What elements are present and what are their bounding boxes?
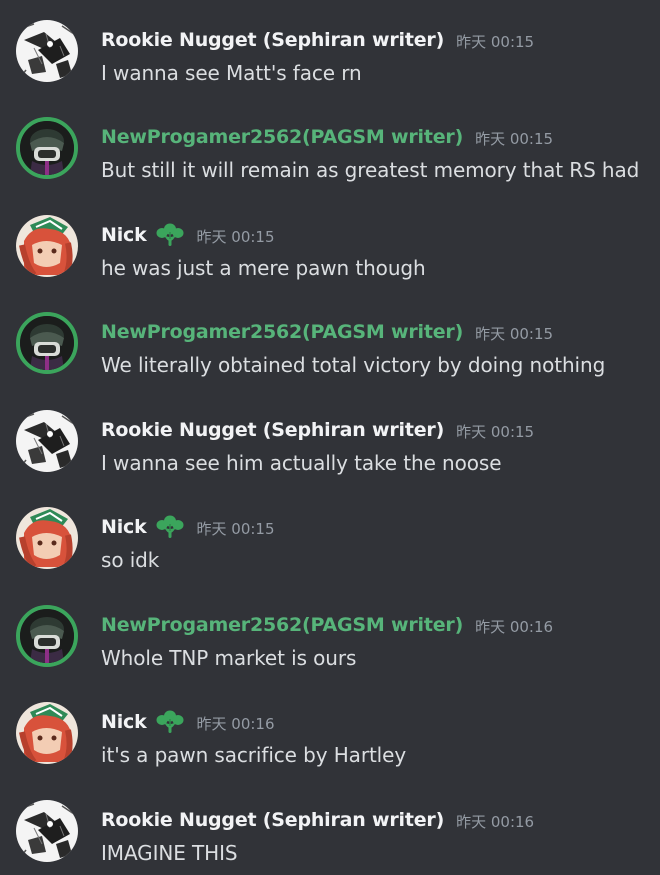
message-timestamp[interactable]: 昨天 00:15: [475, 323, 553, 344]
message-content: it's a pawn sacrifice by Hartley: [101, 743, 407, 767]
user-avatar[interactable]: [16, 702, 78, 764]
message-header: Rookie Nugget (Sephiran writer) 昨天 00:15: [101, 416, 534, 444]
author-name[interactable]: Nick: [101, 516, 147, 538]
message-timestamp[interactable]: 昨天 00:15: [456, 31, 534, 52]
message-item[interactable]: Rookie Nugget (Sephiran writer) 昨天 00:15 I…: [0, 16, 660, 88]
author-name[interactable]: Rookie Nugget (Sephiran writer): [101, 809, 444, 831]
message-timestamp[interactable]: 昨天 00:16: [197, 713, 275, 734]
message-content: I wanna see Matt's face rn: [101, 61, 362, 85]
message-content: Whole TNP market is ours: [101, 646, 357, 670]
message-timestamp[interactable]: 昨天 00:15: [456, 421, 534, 442]
user-avatar[interactable]: [16, 410, 78, 472]
author-name[interactable]: Rookie Nugget (Sephiran writer): [101, 419, 444, 441]
message-content: so idk: [101, 548, 160, 572]
message-item[interactable]: Nick 昨天 00:15 he was just a mere pawn tho…: [0, 211, 660, 283]
user-avatar[interactable]: [16, 20, 78, 82]
message-header: Nick 昨天 00:16: [101, 708, 275, 736]
role-clover-icon[interactable]: [155, 515, 185, 539]
chat-message-list: Rookie Nugget (Sephiran writer) 昨天 00:15 I…: [0, 0, 660, 875]
message-header: Rookie Nugget (Sephiran writer) 昨天 00:16: [101, 806, 534, 834]
user-avatar[interactable]: [16, 605, 78, 667]
message-header: Nick 昨天 00:15: [101, 221, 275, 249]
message-item[interactable]: Rookie Nugget (Sephiran writer) 昨天 00:16 I…: [0, 796, 660, 868]
role-clover-icon[interactable]: [155, 223, 185, 247]
message-content: I wanna see him actually take the noose: [101, 451, 502, 475]
user-avatar[interactable]: [16, 117, 78, 179]
user-avatar[interactable]: [16, 800, 78, 862]
user-avatar[interactable]: [16, 507, 78, 569]
message-item[interactable]: NewProgamer2562(PAGSM writer) 昨天 00:16 Who…: [0, 601, 660, 673]
message-timestamp[interactable]: 昨天 00:16: [475, 616, 553, 637]
message-header: Rookie Nugget (Sephiran writer) 昨天 00:15: [101, 26, 534, 54]
message-item[interactable]: Nick 昨天 00:15 so idk: [0, 503, 660, 575]
author-name[interactable]: NewProgamer2562(PAGSM writer): [101, 614, 463, 636]
message-header: Nick 昨天 00:15: [101, 513, 275, 541]
role-clover-icon[interactable]: [155, 710, 185, 734]
message-timestamp[interactable]: 昨天 00:15: [475, 128, 553, 149]
author-name[interactable]: NewProgamer2562(PAGSM writer): [101, 321, 463, 343]
message-timestamp[interactable]: 昨天 00:15: [197, 226, 275, 247]
message-timestamp[interactable]: 昨天 00:16: [456, 811, 534, 832]
message-item[interactable]: Rookie Nugget (Sephiran writer) 昨天 00:15 I…: [0, 406, 660, 478]
message-item[interactable]: NewProgamer2562(PAGSM writer) 昨天 00:15 But…: [0, 113, 660, 185]
message-content: IMAGINE THIS: [101, 841, 238, 865]
message-header: NewProgamer2562(PAGSM writer) 昨天 00:16: [101, 611, 553, 639]
author-name[interactable]: Nick: [101, 224, 147, 246]
message-item[interactable]: NewProgamer2562(PAGSM writer) 昨天 00:15 We …: [0, 308, 660, 380]
message-item[interactable]: Nick 昨天 00:16 it's a pawn sacrifice by Ha…: [0, 698, 660, 770]
message-header: NewProgamer2562(PAGSM writer) 昨天 00:15: [101, 123, 553, 151]
message-timestamp[interactable]: 昨天 00:15: [197, 518, 275, 539]
author-name[interactable]: NewProgamer2562(PAGSM writer): [101, 126, 463, 148]
author-name[interactable]: Rookie Nugget (Sephiran writer): [101, 29, 444, 51]
user-avatar[interactable]: [16, 312, 78, 374]
author-name[interactable]: Nick: [101, 711, 147, 733]
message-header: NewProgamer2562(PAGSM writer) 昨天 00:15: [101, 318, 553, 346]
message-content: We literally obtained total victory by d…: [101, 353, 606, 377]
user-avatar[interactable]: [16, 215, 78, 277]
message-content: he was just a mere pawn though: [101, 256, 426, 280]
message-content: But still it will remain as greatest mem…: [101, 158, 640, 182]
